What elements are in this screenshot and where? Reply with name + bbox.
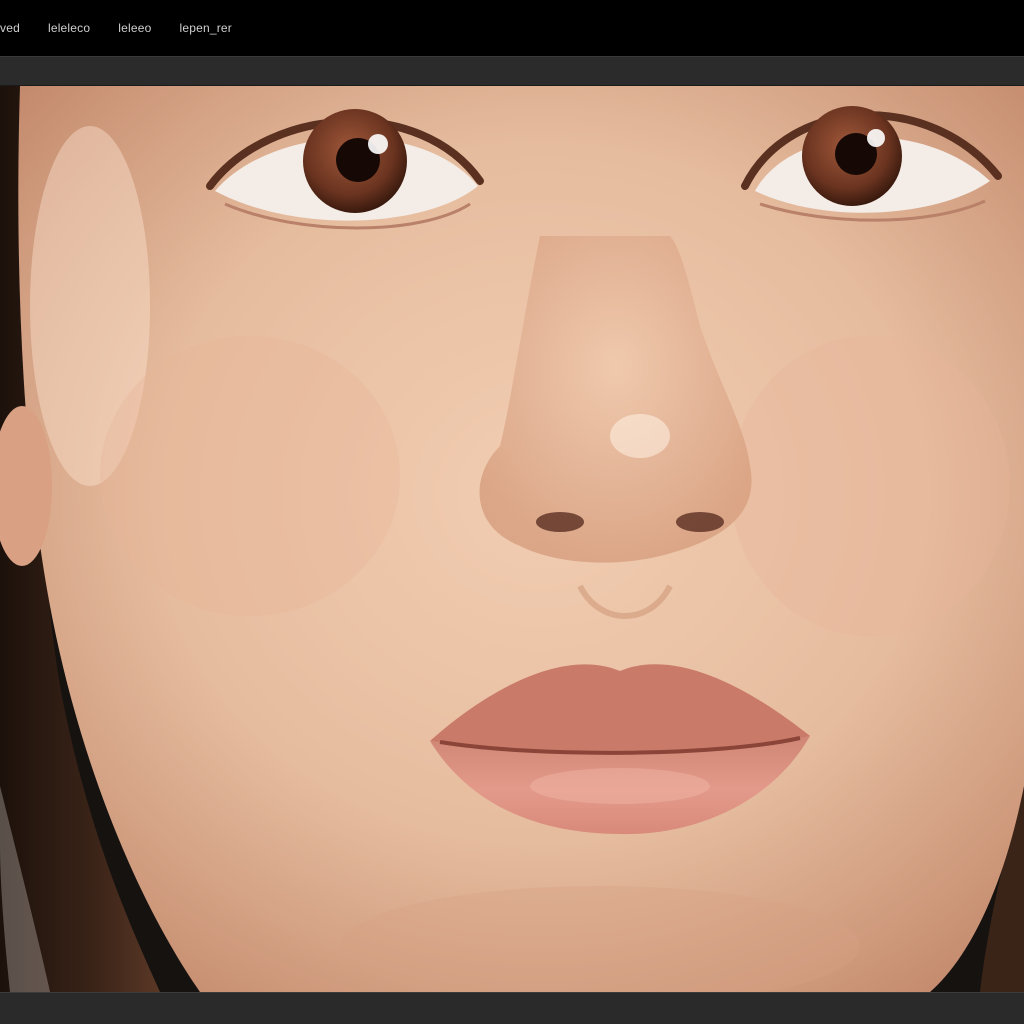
menu-bar: ved leleleco leleeo lepen_rer	[0, 0, 1024, 56]
menu-item-3[interactable]: leleeo	[104, 13, 165, 43]
menu-item-1[interactable]: ved	[0, 13, 34, 43]
app-window: ved leleleco leleeo lepen_rer	[0, 0, 1024, 1024]
status-bar	[0, 992, 1024, 1024]
portrait-image	[0, 86, 1024, 992]
toolbar-strip	[0, 56, 1024, 86]
menu-item-4[interactable]: lepen_rer	[165, 13, 246, 43]
menu-item-2[interactable]: leleleco	[34, 13, 104, 43]
image-canvas[interactable]	[0, 86, 1024, 992]
